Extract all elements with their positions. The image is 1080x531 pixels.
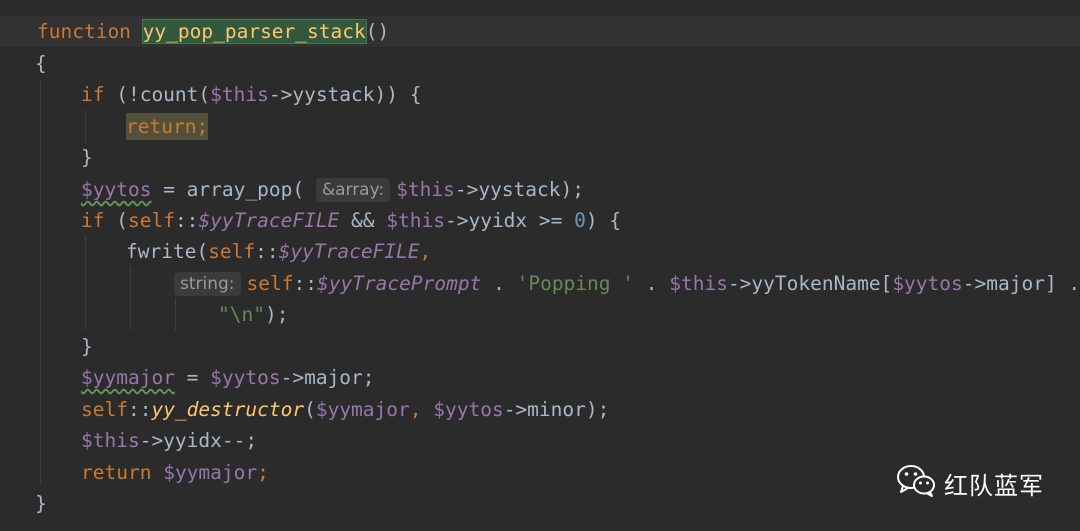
code-line[interactable]: $yytos = array_pop( &array: $this->yystac…: [0, 174, 1080, 205]
code-editor[interactable]: function yy_pop_parser_stack() { if (!co…: [0, 0, 1080, 531]
code-line[interactable]: return;: [0, 111, 1080, 142]
code-line[interactable]: if (self::$yyTraceFILE && $this->yyidx >…: [0, 205, 1080, 236]
code-line[interactable]: }: [0, 331, 1080, 362]
code-line[interactable]: if (!count($this->yystack)) {: [0, 79, 1080, 110]
code-line[interactable]: fwrite(self::$yyTraceFILE,: [0, 236, 1080, 267]
watermark: 红队蓝军: [896, 463, 1044, 503]
code-line[interactable]: self::yy_destructor($yymajor, $yytos->mi…: [0, 394, 1080, 425]
return-highlight: return;: [126, 113, 209, 140]
code-line[interactable]: "\n");: [0, 299, 1080, 330]
watermark-text: 红队蓝军: [944, 471, 1044, 500]
code-line[interactable]: }: [0, 142, 1080, 173]
code-line[interactable]: string: self::$yyTracePrompt . 'Popping '…: [0, 268, 1080, 299]
parameter-hint: &array:: [315, 178, 391, 202]
wechat-icon: [896, 463, 936, 504]
code-line[interactable]: $yymajor = $yytos->major;: [0, 362, 1080, 393]
code-line[interactable]: {: [0, 48, 1080, 79]
function-name[interactable]: yy_pop_parser_stack: [141, 19, 367, 44]
code-line[interactable]: function yy_pop_parser_stack(): [0, 16, 1080, 47]
code-line[interactable]: $this->yyidx--;: [0, 425, 1080, 456]
parameter-hint: string:: [174, 272, 241, 296]
